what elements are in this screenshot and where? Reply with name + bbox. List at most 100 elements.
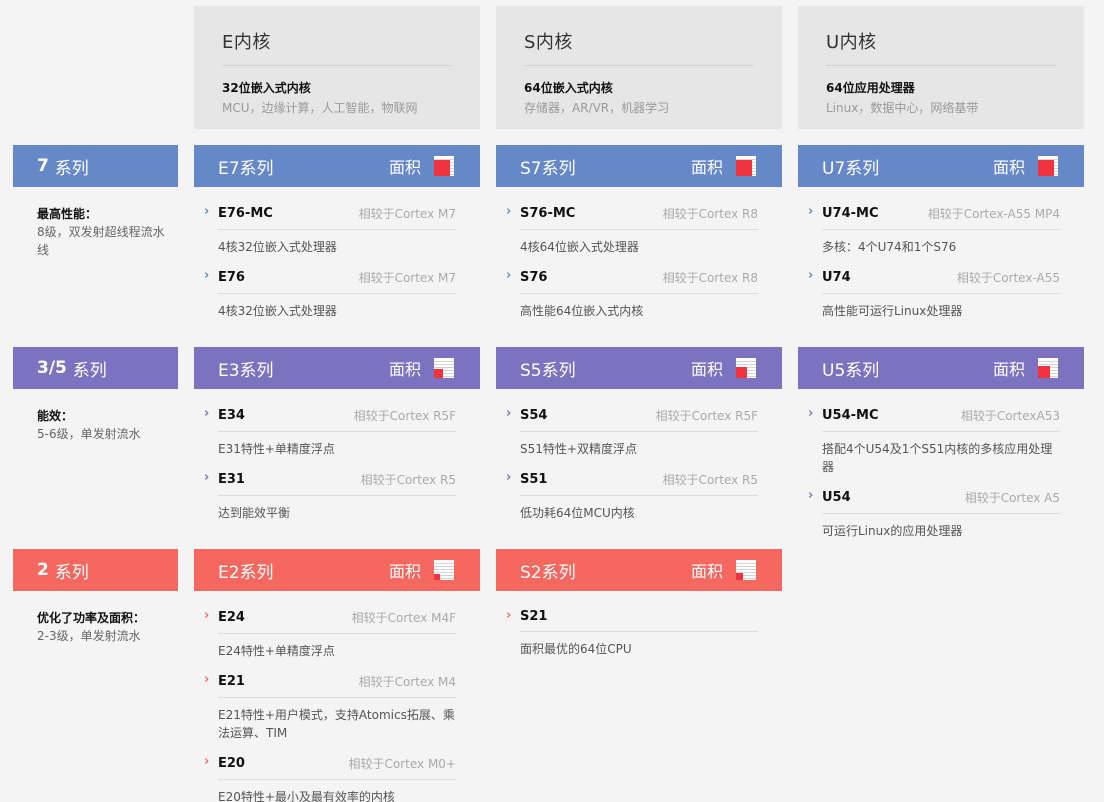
family-name: U7系列 [822,158,880,179]
family-header-bar: E3系列 面积 [194,347,480,389]
family-name: S5系列 [520,360,576,381]
chevron-right-icon: › [204,470,210,485]
core-name[interactable]: S76-MC [520,206,575,221]
core-name[interactable]: E21 [218,674,245,689]
core-item[interactable]: › U74-MC 相较于Cortex-A55 MP4 多核：4个U74和1个S76 [808,204,1060,256]
series-description: 优化了功率及面积： 2-3级，单发射流水 [37,609,167,645]
family-name: S7系列 [520,158,576,179]
area-icon [736,156,756,176]
core-item[interactable]: › S76 相较于Cortex R8 高性能64位嵌入式内核 [506,268,758,320]
core-name[interactable]: U54 [822,490,851,505]
core-item[interactable]: › E21 相较于Cortex M4 E21特性+用户模式，支持Atomics拓展、乘… [204,672,456,742]
core-info: 低功耗64位MCU内核 [520,506,635,520]
chevron-right-icon: › [506,268,512,283]
area-label: 面积 [690,360,723,379]
area-indicator: 面积 [691,154,756,178]
core-comparison: 相较于Cortex M4F [351,611,456,625]
chevron-right-icon: › [204,268,210,283]
series-perf-title: 能效： [37,409,74,423]
area-indicator: 面积 [389,356,454,380]
chevron-right-icon: › [204,608,210,623]
area-label: 面积 [388,562,421,581]
family-header-bar: E2系列 面积 [194,549,480,591]
core-item[interactable]: › S51 相较于Cortex R5 低功耗64位MCU内核 [506,470,758,522]
area-icon [736,560,756,580]
core-info: E21特性+用户模式，支持Atomics拓展、乘法运算、TIM [218,708,455,740]
area-icon-line [434,569,454,570]
core-name[interactable]: U74 [822,270,851,285]
area-icon [434,358,454,378]
core-item[interactable]: › U74 相较于Cortex-A55 高性能可运行Linux处理器 [808,268,1060,320]
chevron-right-icon: › [808,204,814,219]
core-item[interactable]: › S54 相较于Cortex R5F S51特性+双精度浮点 [506,406,758,458]
chevron-right-icon: › [204,204,210,219]
area-label: 面积 [992,360,1025,379]
series-suffix: 系列 [54,562,89,583]
core-name[interactable]: S21 [520,609,547,624]
core-header: › E31 相较于Cortex R5 [204,470,456,496]
area-icon-line [434,364,454,365]
area-icon-fill [1038,366,1050,378]
core-name[interactable]: U54-MC [822,408,879,423]
family-name: E7系列 [218,158,274,179]
core-item[interactable]: › E20 相较于Cortex M0+ E20特性+最小及最有效率的内核 [204,754,456,802]
core-comparison: 相较于Cortex R5F [353,409,456,423]
area-icon-fill [736,367,747,378]
chevron-right-icon: › [204,406,210,421]
core-item[interactable]: › S21 面积最优的64位CPU [506,608,758,658]
area-icon-line [434,572,454,573]
core-name[interactable]: E34 [218,408,245,423]
core-item[interactable]: › E76-MC 相较于Cortex M7 4核32位嵌入式处理器 [204,204,456,256]
area-icon-line [434,563,454,564]
series-label-bar: 2 系列 [13,549,178,591]
core-item[interactable]: › U54 相较于Cortex A5 可运行Linux的应用处理器 [808,488,1060,540]
core-info: 可运行Linux的应用处理器 [822,524,963,538]
core-header: › S51 相较于Cortex R5 [506,470,758,496]
core-name[interactable]: E24 [218,610,245,625]
core-info: 高性能64位嵌入式内核 [520,304,644,318]
core-header: › S76 相较于Cortex R8 [506,268,758,294]
area-icon-line [736,364,756,365]
core-name[interactable]: E76 [218,270,245,285]
core-header: › E76-MC 相较于Cortex M7 [204,204,456,230]
core-info: 多核：4个U74和1个S76 [822,240,957,254]
core-item[interactable]: › E34 相较于Cortex R5F E31特性+单精度浮点 [204,406,456,458]
core-item[interactable]: › E24 相较于Cortex M4F E24特性+单精度浮点 [204,608,456,660]
series-label-bar: 7 系列 [13,145,178,187]
core-comparison: 相较于Cortex R5 [360,473,456,487]
series-perf-desc: 8级，双发射超线程流水线 [37,225,165,257]
core-info: 达到能效平衡 [218,506,291,520]
area-icon-line [736,569,756,570]
core-comparison: 相较于Cortex R5 [662,473,758,487]
core-name[interactable]: S54 [520,408,547,423]
core-name[interactable]: S76 [520,270,547,285]
core-item[interactable]: › U54-MC 相较于CortexA53 搭配4个U54及1个S51内核的多核应用处… [808,406,1060,476]
series-perf-desc: 5-6级，单发射流水 [37,427,141,441]
core-name[interactable]: S51 [520,472,547,487]
family-name: S2系列 [520,562,576,583]
area-icon [1038,156,1058,176]
core-name[interactable]: E20 [218,756,245,771]
core-info: E24特性+单精度浮点 [218,644,335,658]
area-icon-line [434,361,454,362]
area-icon-fill [434,160,450,176]
core-header: › E34 相较于Cortex R5F [204,406,456,432]
family-header-bar: U7系列 面积 [798,145,1084,187]
core-name[interactable]: U74-MC [822,206,879,221]
series-suffix: 系列 [72,360,107,381]
core-comparison: 相较于CortexA53 [960,409,1060,423]
core-name[interactable]: E76-MC [218,206,273,221]
core-comparison: 相较于Cortex R8 [662,271,758,285]
core-item[interactable]: › E31 相较于Cortex R5 达到能效平衡 [204,470,456,522]
core-info: 4核64位嵌入式处理器 [520,240,639,254]
area-icon-fill [434,369,443,378]
family-header-bar: S7系列 面积 [496,145,782,187]
core-name[interactable]: E31 [218,472,245,487]
series-label-bar: 3/5 系列 [13,347,178,389]
core-item[interactable]: › S76-MC 相较于Cortex R8 4核64位嵌入式处理器 [506,204,758,256]
family-header-bar: S5系列 面积 [496,347,782,389]
core-info: E31特性+单精度浮点 [218,442,335,456]
core-item[interactable]: › E76 相较于Cortex M7 4核32位嵌入式处理器 [204,268,456,320]
chevron-right-icon: › [506,608,512,623]
column-subtitle: 64位应用处理器 [826,81,915,95]
